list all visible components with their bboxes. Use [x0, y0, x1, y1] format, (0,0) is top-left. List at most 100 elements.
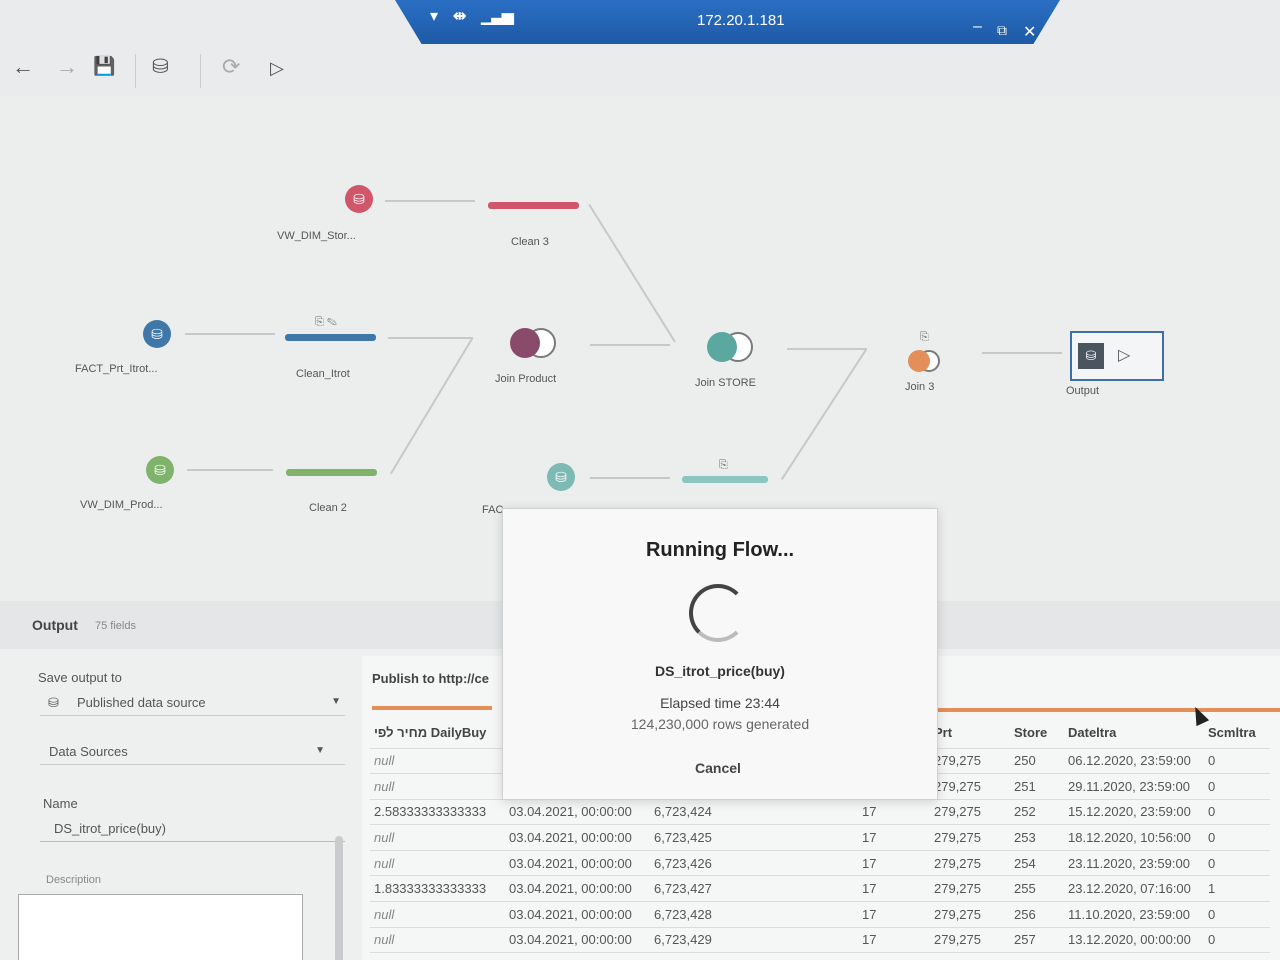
clean2-step[interactable]	[286, 469, 377, 476]
table-cell[interactable]: 17	[858, 850, 930, 877]
running-flow-dialog: Running Flow... DS_itrot_price(buy) Elap…	[502, 508, 938, 800]
table-cell[interactable]: 254	[1010, 850, 1064, 877]
table-cell[interactable]: 03.04.2021, 00:00:00	[505, 824, 650, 851]
name-input[interactable]: DS_itrot_price(buy)	[40, 816, 345, 842]
table-cell[interactable]: 256	[1010, 901, 1064, 928]
table-cell[interactable]: 0	[1204, 901, 1270, 928]
table-cell[interactable]: null	[370, 748, 505, 775]
fact-prt-node[interactable]: ⛁	[143, 320, 171, 348]
col-header-prt[interactable]: Prt	[930, 718, 1010, 749]
table-cell[interactable]: 6,723,428	[650, 901, 858, 928]
table-cell[interactable]: 1	[1204, 875, 1270, 903]
table-cell[interactable]: 11.10.2020, 23:59:00	[1064, 901, 1204, 928]
clean3-step[interactable]	[488, 202, 579, 209]
table-cell[interactable]: 17	[858, 875, 930, 903]
table-cell[interactable]: 279,275	[930, 901, 1010, 928]
vw-dim-prod-node[interactable]: ⛁	[146, 456, 174, 484]
table-cell[interactable]: 279,275	[930, 850, 1010, 877]
table-cell[interactable]: null	[370, 901, 505, 928]
table-cell[interactable]: null	[370, 850, 505, 877]
table-cell[interactable]: 279,275	[930, 927, 1010, 954]
clean-step[interactable]	[682, 476, 768, 483]
table-cell[interactable]: 279,275	[930, 824, 1010, 851]
table-cell[interactable]: 251	[1010, 773, 1064, 800]
table-cell[interactable]: 17	[858, 799, 930, 826]
table-cell[interactable]: 03.04.2021, 00:00:00	[505, 901, 650, 928]
table-cell[interactable]: 15.12.2020, 23:59:00	[1064, 799, 1204, 826]
description-input[interactable]	[18, 894, 303, 960]
join-store-node[interactable]	[707, 332, 753, 362]
forward-icon[interactable]: →	[56, 54, 78, 80]
clean3-label: Clean 3	[511, 236, 549, 248]
table-cell[interactable]: 279,275	[930, 773, 1010, 800]
table-cell[interactable]: 03.04.2021, 00:00:00	[505, 927, 650, 954]
table-cell[interactable]: 17	[858, 901, 930, 928]
connector	[187, 469, 273, 471]
run-output-icon[interactable]: ▷	[1118, 345, 1130, 365]
table-cell[interactable]: 06.12.2020, 23:59:00	[1064, 748, 1204, 775]
run-icon[interactable]: ▷	[270, 58, 284, 79]
table-cell[interactable]: 257	[1010, 927, 1064, 954]
clean-itrot-step[interactable]	[285, 334, 376, 341]
table-cell[interactable]: 2.58333333333333	[370, 799, 505, 826]
table-cell[interactable]: 279,275	[930, 875, 1010, 903]
cancel-button[interactable]: Cancel	[663, 755, 773, 781]
data-pause-icon[interactable]: ⛁	[152, 54, 169, 79]
output-node[interactable]: ⛁ ▷	[1070, 331, 1164, 381]
col-header-dateltra[interactable]: Dateltra	[1064, 718, 1204, 749]
table-cell[interactable]: 6,723,427	[650, 875, 858, 903]
col-header-dailybuy[interactable]: מחיר לפי DailyBuy	[370, 718, 505, 749]
fact-node[interactable]: ⛁	[547, 463, 575, 491]
table-cell[interactable]: 6,723,429	[650, 927, 858, 954]
chevron-down-icon: ▼	[315, 745, 325, 756]
restore-button[interactable]: ⧉	[997, 22, 1007, 39]
table-cell[interactable]: 279,275	[930, 748, 1010, 775]
table-cell[interactable]: 23.11.2020, 23:59:00	[1064, 850, 1204, 877]
toolbar: ← → 💾 ⛁ ⟳ ▷	[0, 44, 1280, 96]
back-icon[interactable]: ←	[12, 54, 34, 80]
table-cell[interactable]: 17	[858, 824, 930, 851]
table-cell[interactable]: 6,723,425	[650, 824, 858, 851]
minimize-button[interactable]: –	[973, 18, 982, 36]
resize-icon[interactable]: ⇹	[453, 6, 466, 26]
pin-icon[interactable]: ▾	[430, 6, 438, 26]
table-cell[interactable]: 18.12.2020, 10:56:00	[1064, 824, 1204, 851]
table-cell[interactable]: 0	[1204, 748, 1270, 775]
scrollbar[interactable]	[335, 836, 343, 960]
table-cell[interactable]: 1.83333333333333	[370, 875, 505, 903]
table-cell[interactable]: 23.12.2020, 07:16:00	[1064, 875, 1204, 903]
join-product-node[interactable]	[510, 328, 556, 358]
table-cell[interactable]: null	[370, 927, 505, 954]
table-cell[interactable]: 0	[1204, 927, 1270, 954]
join3-node[interactable]	[908, 350, 944, 372]
table-cell[interactable]: 0	[1204, 773, 1270, 800]
table-cell[interactable]: null	[370, 773, 505, 800]
table-cell[interactable]: 17	[858, 927, 930, 954]
save-icon[interactable]: 💾	[93, 56, 115, 77]
table-cell[interactable]: 0	[1204, 824, 1270, 851]
table-cell[interactable]: 252	[1010, 799, 1064, 826]
table-cell[interactable]: 255	[1010, 875, 1064, 903]
table-cell[interactable]: 250	[1010, 748, 1064, 775]
table-cell[interactable]: 6,723,424	[650, 799, 858, 826]
table-cell[interactable]: 03.04.2021, 00:00:00	[505, 875, 650, 903]
refresh-icon[interactable]: ⟳	[222, 54, 240, 80]
table-cell[interactable]: 29.11.2020, 23:59:00	[1064, 773, 1204, 800]
data-sources-label: Data Sources	[49, 744, 128, 759]
table-cell[interactable]: 279,275	[930, 799, 1010, 826]
vw-dim-stor-node[interactable]: ⛁	[345, 185, 373, 213]
close-button[interactable]: ✕	[1023, 22, 1036, 42]
data-sources-select[interactable]: Data Sources ▼	[40, 739, 345, 765]
col-header-scmltra[interactable]: Scmltra	[1204, 718, 1270, 749]
table-cell[interactable]: 0	[1204, 850, 1270, 877]
clean-annotation-icon: ⎘ ✎	[315, 316, 337, 328]
table-cell[interactable]: 253	[1010, 824, 1064, 851]
table-cell[interactable]: 03.04.2021, 00:00:00	[505, 850, 650, 877]
table-cell[interactable]: 03.04.2021, 00:00:00	[505, 799, 650, 826]
table-cell[interactable]: 0	[1204, 799, 1270, 826]
table-cell[interactable]: 6,723,426	[650, 850, 858, 877]
col-header-store[interactable]: Store	[1010, 718, 1064, 749]
table-cell[interactable]: 13.12.2020, 00:00:00	[1064, 927, 1204, 954]
table-cell[interactable]: null	[370, 824, 505, 851]
save-output-select[interactable]: ⛁ Published data source ▼	[40, 690, 345, 716]
